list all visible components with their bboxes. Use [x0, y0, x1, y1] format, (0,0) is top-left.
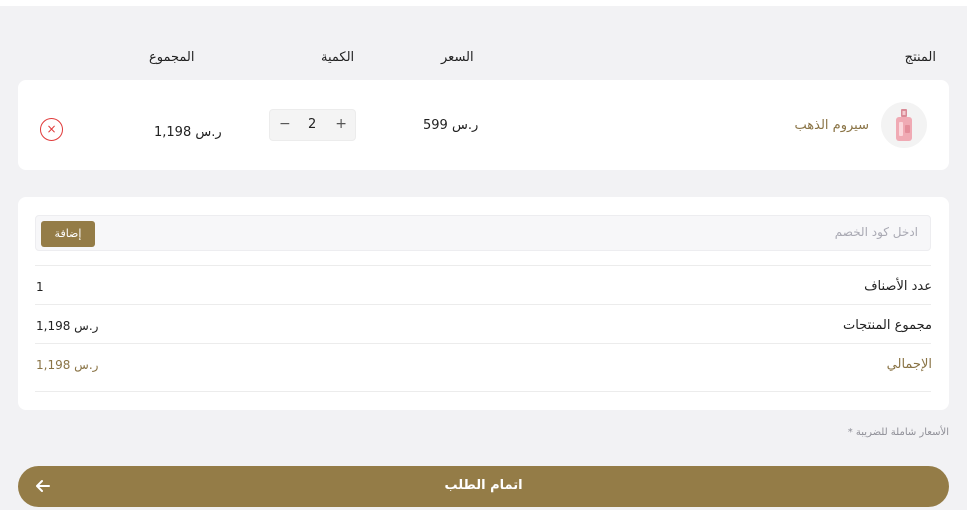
checkout-button[interactable]: اتمام الطلب — [18, 466, 949, 507]
product-thumbnail[interactable] — [881, 102, 927, 148]
close-icon: × — [46, 122, 57, 136]
increase-quantity-button[interactable]: + — [335, 116, 347, 132]
grand-total-value: 1,198 ر.س — [36, 358, 99, 372]
serum-bottle-icon — [896, 109, 912, 141]
grand-total-label: الإجمالي — [886, 357, 932, 372]
coupon-input[interactable] — [218, 225, 918, 239]
quantity-value[interactable]: 2 — [308, 117, 316, 132]
cart-item-row: سيروم الذهب 599 ر.س − 2 + 1,198 ر.س × — [18, 80, 949, 170]
column-header-total: المجموع — [149, 50, 195, 65]
top-strip — [0, 0, 967, 6]
product-name[interactable]: سيروم الذهب — [795, 118, 869, 133]
subtotal-value: 1,198 ر.س — [36, 319, 99, 333]
column-header-quantity: الكمية — [321, 50, 355, 65]
coupon-form: إضافة — [35, 215, 931, 251]
tax-note: * الأسعار شاملة للضريبة — [847, 427, 949, 438]
apply-coupon-button[interactable]: إضافة — [41, 221, 95, 247]
items-count-value: 1 — [36, 280, 44, 294]
quantity-stepper: − 2 + — [269, 109, 356, 141]
line-total: 1,198 ر.س — [154, 125, 222, 140]
items-count-label: عدد الأصناف — [864, 279, 932, 294]
divider — [35, 343, 931, 344]
subtotal-label: مجموع المنتجات — [842, 318, 932, 333]
divider — [35, 391, 931, 392]
column-header-product: المنتج — [904, 50, 936, 65]
arrow-left-icon — [36, 480, 50, 492]
order-summary: إضافة عدد الأصناف 1 مجموع المنتجات 1,198… — [18, 197, 949, 410]
divider — [35, 304, 931, 305]
decrease-quantity-button[interactable]: − — [279, 116, 291, 132]
column-header-price: السعر — [441, 50, 474, 65]
divider — [35, 265, 931, 266]
remove-item-button[interactable]: × — [40, 118, 63, 141]
product-price: 599 ر.س — [423, 118, 479, 133]
checkout-button-label: اتمام الطلب — [444, 478, 523, 493]
